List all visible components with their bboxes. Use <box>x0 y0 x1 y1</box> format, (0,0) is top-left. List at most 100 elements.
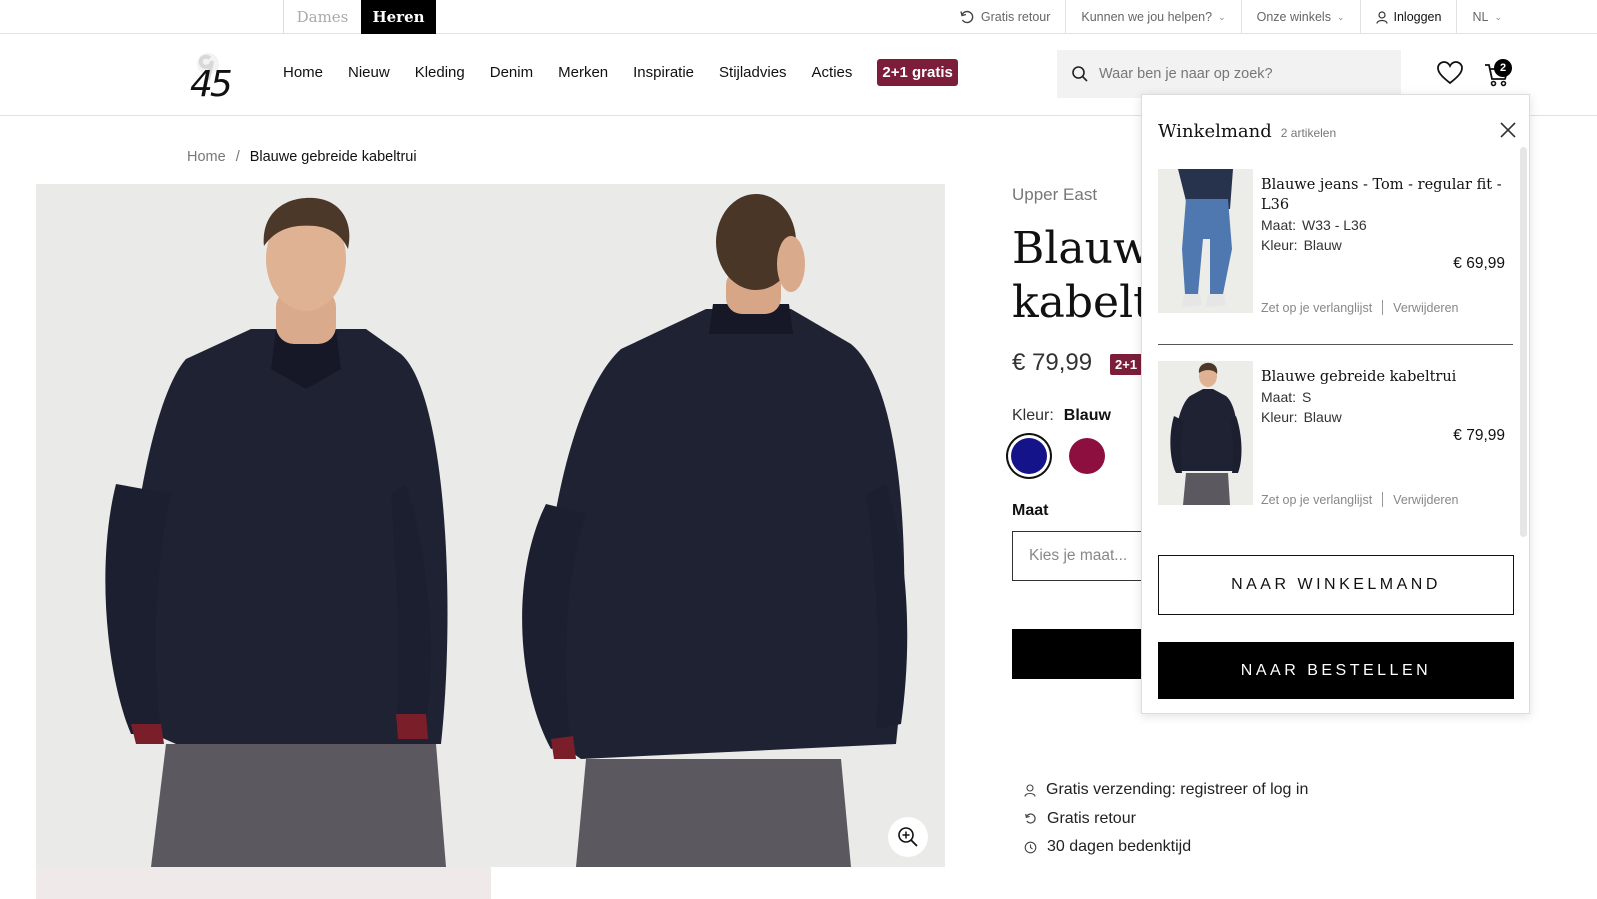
stores-dropdown[interactable]: Onze winkels ⌄ <box>1240 0 1360 34</box>
top-utility-bar: Dames Heren Gratis retour Kunnen we jou … <box>0 0 1597 34</box>
mini-cart-scrollbar[interactable] <box>1520 147 1527 537</box>
cart-item-price: € 79,99 <box>1453 427 1505 444</box>
chevron-down-icon: ⌄ <box>1494 11 1502 22</box>
model-back-illustration <box>491 184 945 867</box>
sweater-thumbnail <box>1158 361 1253 505</box>
search-input[interactable]: Waar ben je naar op zoek? <box>1057 50 1401 98</box>
main-nav: Home Nieuw Kleding Denim Merken Inspirat… <box>283 59 958 86</box>
product-title: Blauwe kabeltr <box>1012 222 1147 330</box>
usp-item: Gratis retour <box>1024 805 1308 834</box>
color-swatch-blauw[interactable] <box>1011 438 1047 474</box>
breadcrumb: Home / Blauwe gebreide kabeltrui <box>187 149 417 165</box>
clock-icon <box>1024 841 1037 854</box>
view-cart-button[interactable]: NAAR WINKELMAND <box>1158 555 1514 615</box>
zoom-button[interactable] <box>888 817 928 857</box>
divider <box>1382 492 1384 507</box>
cart-item-image[interactable] <box>1158 169 1253 313</box>
nav-kleding[interactable]: Kleding <box>415 64 465 81</box>
cart-item-name[interactable]: Blauwe jeans - Tom - regular fit - L36 <box>1261 175 1506 215</box>
tab-dames[interactable]: Dames <box>283 0 361 34</box>
nav-denim[interactable]: Denim <box>490 64 533 81</box>
search-placeholder: Waar ben je naar op zoek? <box>1099 66 1273 82</box>
cart-item-size: Maat: W33 - L36 <box>1261 217 1367 233</box>
product-title-line2: kabeltr <box>1012 277 1147 328</box>
color-value: Blauw <box>1303 409 1342 425</box>
logo[interactable]: 45 <box>188 50 244 105</box>
returns-label: Gratis retour <box>980 10 1051 24</box>
cart-item: Blauwe jeans - Tom - regular fit - L36 M… <box>1158 169 1513 345</box>
mini-cart-flyout: Winkelmand 2 artikelen Blauwe jeans - To… <box>1141 94 1530 714</box>
product-image-front[interactable] <box>36 184 491 867</box>
product-price: € 79,99 <box>1012 349 1093 376</box>
heart-icon[interactable] <box>1437 61 1463 85</box>
product-brand[interactable]: Upper East <box>1012 185 1097 205</box>
nav-nieuw[interactable]: Nieuw <box>348 64 390 81</box>
cart-count-badge: 2 <box>1494 59 1512 77</box>
utility-links: Gratis retour Kunnen we jou helpen? ⌄ On… <box>944 0 1517 34</box>
checkout-button[interactable]: NAAR BESTELLEN <box>1158 642 1514 699</box>
nav-home[interactable]: Home <box>283 64 323 81</box>
chevron-down-icon: ⌄ <box>1336 11 1345 22</box>
user-icon <box>1375 10 1388 24</box>
add-to-cart-button[interactable] <box>1012 629 1147 679</box>
search-icon <box>1072 66 1088 82</box>
stores-label: Onze winkels <box>1256 10 1331 24</box>
cart-item-actions: Zet op je verlanglijst Verwijderen <box>1261 300 1459 315</box>
add-to-wishlist-link[interactable]: Zet op je verlanglijst <box>1261 493 1372 507</box>
mini-cart-header: Winkelmand 2 artikelen <box>1158 121 1336 142</box>
logo-icon: 45 <box>190 53 234 105</box>
nav-stijladvies[interactable]: Stijladvies <box>719 64 787 81</box>
remove-item-link[interactable]: Verwijderen <box>1393 301 1458 315</box>
nav-promo-button[interactable]: 2+1 gratis <box>877 59 958 86</box>
model-front-illustration <box>36 184 491 867</box>
login-label: Inloggen <box>1393 10 1442 24</box>
color-label: Kleur: <box>1261 409 1298 425</box>
promo-badge: 2+1 <box>1110 354 1143 375</box>
size-select[interactable]: Kies je maat... <box>1012 531 1147 581</box>
cart-item-size: Maat: S <box>1261 389 1311 405</box>
cart-item: Blauwe gebreide kabeltrui Maat: S Kleur: B… <box>1158 361 1513 537</box>
breadcrumb-current: Blauwe gebreide kabeltrui <box>249 149 417 165</box>
size-value: S <box>1302 389 1312 405</box>
usp-item: Gratis verzending: registreer of log in <box>1024 776 1308 805</box>
gender-switch: Dames Heren <box>283 0 436 34</box>
close-icon[interactable] <box>1497 119 1519 141</box>
usp-text: Gratis retour <box>1047 809 1136 827</box>
color-label: Kleur: Blauw <box>1012 407 1111 425</box>
jeans-thumbnail <box>1158 169 1253 313</box>
tab-heren[interactable]: Heren <box>361 0 436 34</box>
language-dropdown[interactable]: NL ⌄ <box>1456 0 1517 34</box>
product-image-back[interactable] <box>491 184 945 867</box>
help-label: Kunnen we jou helpen? <box>1081 10 1213 24</box>
size-value: W33 - L36 <box>1302 217 1367 233</box>
size-label: Maat <box>1012 502 1049 519</box>
color-swatch-rood[interactable] <box>1069 438 1105 474</box>
usp-item: 30 dagen bedenktijd <box>1024 833 1308 862</box>
product-image-third[interactable] <box>36 867 491 899</box>
size-placeholder: Kies je maat... <box>1029 547 1128 564</box>
cart-item-name[interactable]: Blauwe gebreide kabeltrui <box>1261 367 1506 387</box>
size-label: Maat: <box>1261 389 1297 405</box>
usp-text: Gratis verzending: registreer of log in <box>1046 781 1309 799</box>
nav-acties[interactable]: Acties <box>812 64 853 81</box>
add-to-wishlist-link[interactable]: Zet op je verlanglijst <box>1261 301 1372 315</box>
zoom-in-icon <box>898 827 918 847</box>
user-icon <box>1024 784 1036 797</box>
breadcrumb-separator: / <box>235 149 240 165</box>
color-value: Blauw <box>1063 407 1111 424</box>
cart-item-actions: Zet op je verlanglijst Verwijderen <box>1261 492 1459 507</box>
usp-text: 30 dagen bedenktijd <box>1047 838 1192 856</box>
size-label: Maat: <box>1261 217 1297 233</box>
chevron-down-icon: ⌄ <box>1218 11 1226 22</box>
login-link[interactable]: Inloggen <box>1359 0 1457 34</box>
nav-merken[interactable]: Merken <box>558 64 608 81</box>
help-dropdown[interactable]: Kunnen we jou helpen? ⌄ <box>1065 0 1240 34</box>
nav-inspiratie[interactable]: Inspiratie <box>633 64 694 81</box>
returns-link[interactable]: Gratis retour <box>944 0 1065 34</box>
return-icon <box>960 10 974 24</box>
cart-item-image[interactable] <box>1158 361 1253 505</box>
cart-item-color: Kleur: Blauw <box>1261 409 1342 425</box>
cart-item-price: € 69,99 <box>1453 255 1505 272</box>
breadcrumb-home[interactable]: Home <box>187 149 226 165</box>
remove-item-link[interactable]: Verwijderen <box>1393 493 1458 507</box>
